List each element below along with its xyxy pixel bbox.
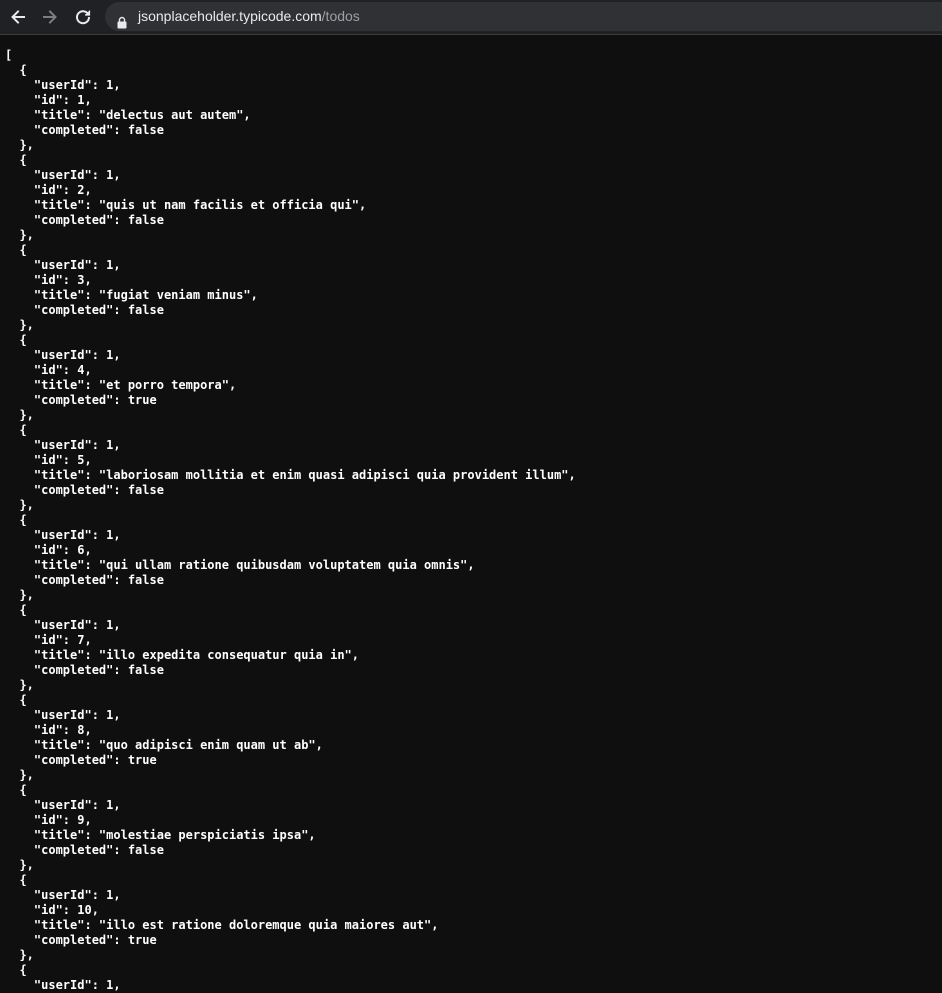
browser-toolbar: jsonplaceholder.typicode.com/todos xyxy=(0,0,942,35)
url-text: jsonplaceholder.typicode.com/todos xyxy=(138,2,360,31)
reload-icon xyxy=(74,8,92,26)
forward-arrow-icon xyxy=(41,8,59,26)
back-button[interactable] xyxy=(5,4,31,30)
page-viewport: [ { "userId": 1, "id": 1, "title": "dele… xyxy=(0,35,942,993)
url-host: jsonplaceholder.typicode.com xyxy=(138,8,322,24)
json-content: [ { "userId": 1, "id": 1, "title": "dele… xyxy=(5,48,576,992)
url-path: /todos xyxy=(321,8,360,24)
reload-button[interactable] xyxy=(70,4,96,30)
address-bar[interactable]: jsonplaceholder.typicode.com/todos xyxy=(105,2,942,31)
forward-button[interactable] xyxy=(37,4,63,30)
back-arrow-icon xyxy=(9,8,27,26)
